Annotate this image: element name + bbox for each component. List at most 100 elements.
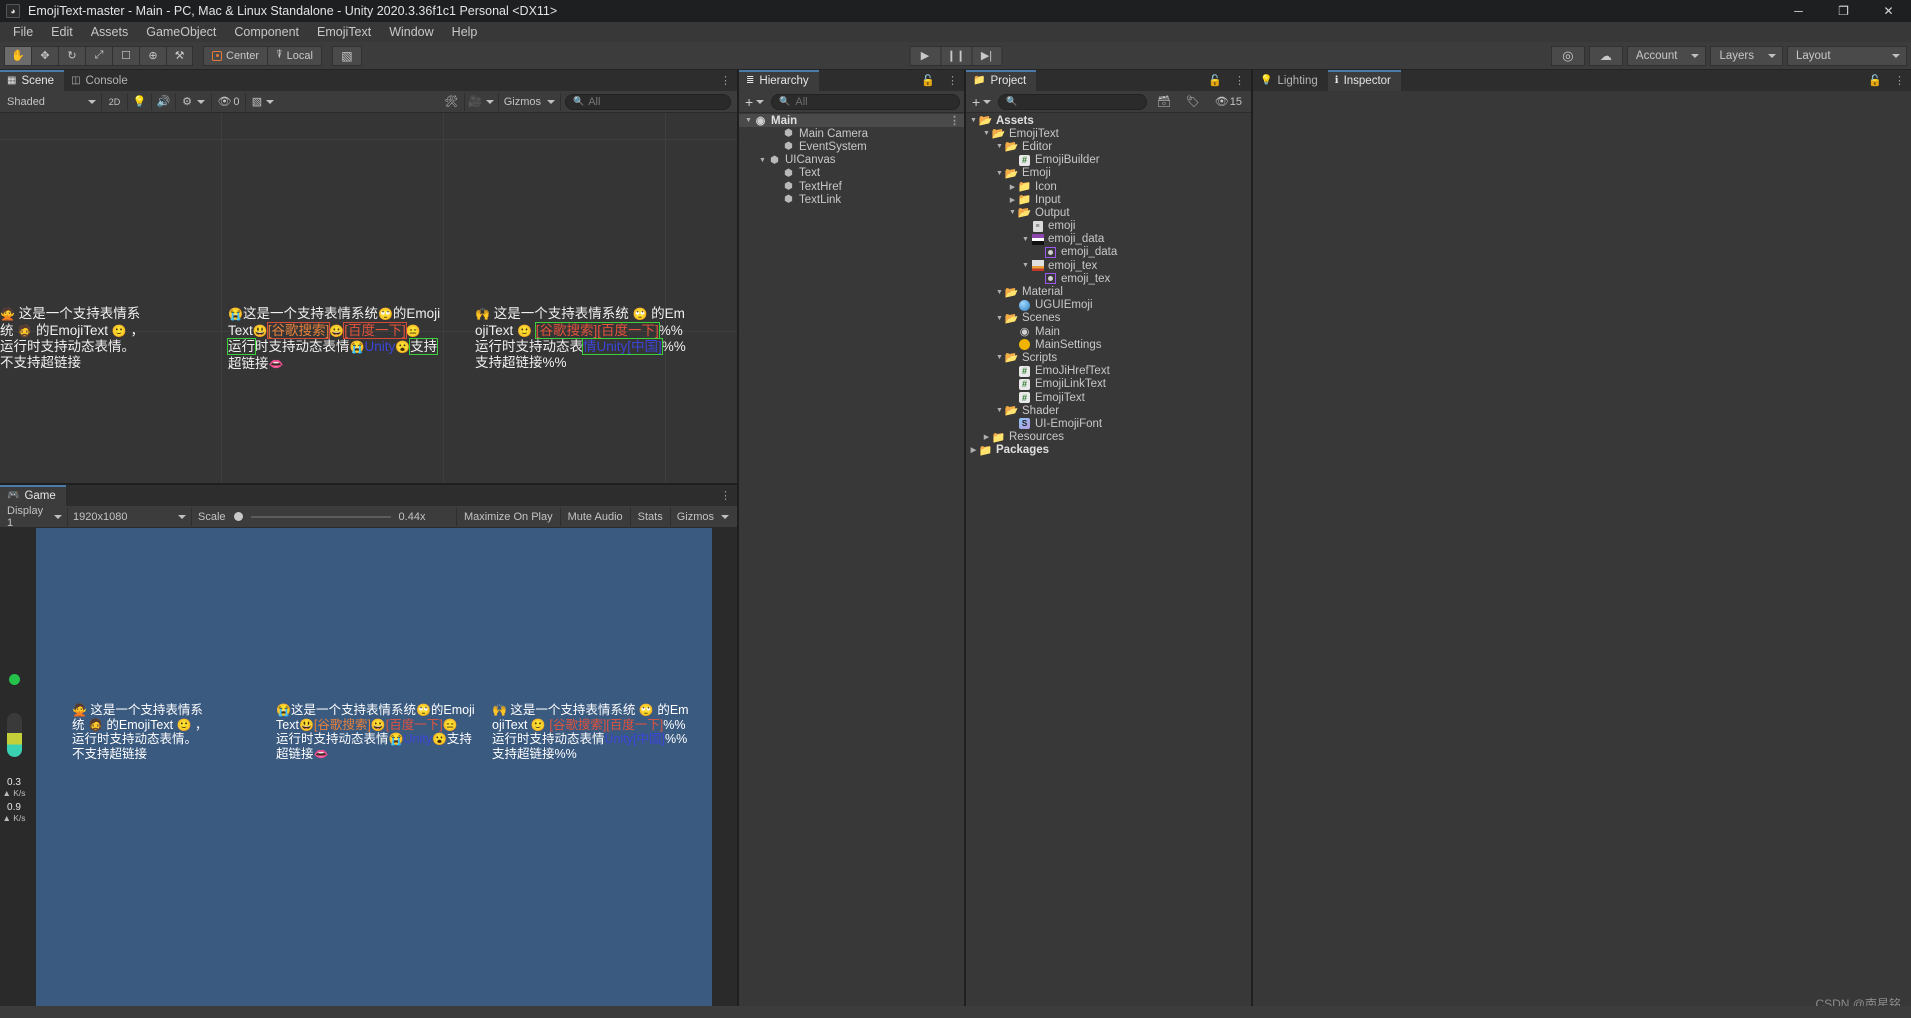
menu-item-window[interactable]: Window — [380, 22, 442, 42]
tree-row[interactable]: ▶# EmojiBuilder — [966, 154, 1251, 167]
tree-row[interactable]: ▼ 📂 Material — [966, 285, 1251, 299]
stats-toggle[interactable]: Stats — [631, 507, 671, 526]
tree-row[interactable]: ▼ 📂 EmojiText — [966, 127, 1251, 141]
tab-inspector[interactable]: ℹ Inspector — [1327, 70, 1401, 91]
tree-row[interactable]: ▼ 📂 Editor — [966, 140, 1251, 154]
tree-row[interactable]: ▶ emoji_data — [966, 246, 1251, 259]
menu-item-edit[interactable]: Edit — [42, 22, 82, 42]
scene-fx-dropdown[interactable]: ⚙ — [176, 92, 212, 111]
scene-audio-toggle[interactable]: 🔊 — [152, 92, 176, 111]
menu-item-gameobject[interactable]: GameObject — [137, 22, 225, 42]
hyperlink-segment[interactable]: [谷歌搜索][百度一下] — [534, 321, 660, 339]
step-button[interactable]: ▶| — [971, 45, 1002, 66]
layout-dropdown[interactable]: Layout — [1787, 45, 1907, 66]
maximize-on-play-toggle[interactable]: Maximize On Play — [457, 507, 561, 526]
chevron-down-icon[interactable]: ▼ — [994, 407, 1005, 414]
tree-row[interactable]: ▶ UGUIEmoji — [966, 299, 1251, 312]
project-lock-icon[interactable]: 🔓 — [1208, 74, 1222, 87]
mute-audio-toggle[interactable]: Mute Audio — [561, 507, 631, 526]
collab-button[interactable]: ◎ — [1550, 45, 1585, 66]
tab-hierarchy[interactable]: ≣ Hierarchy — [739, 70, 819, 91]
hierarchy-add-button[interactable]: + — [743, 94, 766, 110]
project-save-search-button[interactable]: 🗃 — [1152, 93, 1176, 111]
tree-row[interactable]: ▼ emoji_tex — [966, 259, 1251, 272]
scene-panel-menu-button[interactable]: ⋮ — [714, 74, 731, 87]
project-label-button[interactable]: 🏷 — [1181, 93, 1205, 111]
menu-item-component[interactable]: Component — [225, 22, 308, 42]
tree-row[interactable]: ▶ 📁 Input — [966, 193, 1251, 207]
tab-console[interactable]: ◫ Console — [64, 70, 138, 91]
game-gizmos-dropdown[interactable]: Gizmos — [671, 508, 735, 526]
project-menu-button[interactable]: ⋮ — [1228, 74, 1245, 87]
inspector-menu-button[interactable]: ⋮ — [1888, 74, 1905, 87]
rotate-tool-button[interactable]: ↻ — [58, 45, 85, 66]
rect-tool-button[interactable]: ☐ — [112, 45, 139, 66]
display-dropdown[interactable]: Display 1 — [2, 505, 68, 529]
resolution-dropdown[interactable]: 1920x1080 — [68, 507, 192, 526]
tree-row[interactable]: ▼ ◉ Main ⋮ — [739, 114, 964, 128]
tree-row[interactable]: ▶⬢ TextLink — [739, 193, 964, 206]
layers-dropdown[interactable]: Layers — [1710, 45, 1783, 66]
scene-visibility-toggle[interactable]: 👁 0 — [212, 92, 246, 111]
grid-snap-button[interactable]: ▧ — [331, 45, 362, 66]
chevron-down-icon[interactable]: ▼ — [994, 354, 1005, 361]
tree-row[interactable]: ▶ emoji_tex — [966, 272, 1251, 285]
hyperlink-segment[interactable]: [谷歌搜索] — [266, 321, 331, 339]
tree-row[interactable]: ▼ ⬢ UICanvas — [739, 154, 964, 167]
chevron-down-icon[interactable]: ▼ — [968, 117, 979, 124]
scene-camera-dropdown[interactable]: 🎥 — [465, 92, 499, 111]
play-button[interactable]: ▶ — [909, 45, 940, 66]
chevron-down-icon[interactable]: ▼ — [743, 117, 754, 124]
scene-search-input[interactable]: 🔍 All — [565, 93, 731, 110]
hierarchy-tree[interactable]: ▼◉Main⋮▶⬢Main Camera▶⬢EventSystem▼⬢UICan… — [739, 113, 964, 1018]
project-hidden-toggle[interactable]: 👁 15 — [1210, 93, 1247, 111]
toggle-2d-button[interactable]: 2D — [102, 92, 128, 111]
tree-row[interactable]: ▶# EmojiText — [966, 391, 1251, 404]
scene-gizmos-dropdown[interactable]: Gizmos — [499, 92, 561, 111]
tree-row[interactable]: ▼ 📂 Shader — [966, 404, 1251, 418]
project-tree[interactable]: ▼📂Assets▼📂EmojiText▼📂Editor▶#EmojiBuilde… — [966, 113, 1251, 1018]
tab-scene[interactable]: ▦ Scene — [0, 70, 65, 91]
hyperlink-segment[interactable]: [谷歌搜索][百度一下] — [549, 718, 663, 732]
tree-row[interactable]: ▶⬢ EventSystem — [739, 140, 964, 153]
hyperlink-segment[interactable]: 情Unity[中国] — [582, 338, 663, 355]
tree-row[interactable]: ▶ MainSettings — [966, 338, 1251, 351]
tree-row[interactable]: ▼ emoji_data — [966, 233, 1251, 246]
chevron-down-icon[interactable]: ▼ — [994, 289, 1005, 296]
tree-row[interactable]: ▶ 📁 Packages — [966, 444, 1251, 457]
chevron-down-icon[interactable]: ▼ — [757, 157, 768, 164]
hyperlink-segment[interactable]: Unity — [403, 732, 431, 746]
chevron-down-icon[interactable]: ▼ — [981, 130, 992, 137]
chevron-right-icon[interactable]: ▶ — [1007, 196, 1018, 204]
account-dropdown[interactable]: Account — [1626, 45, 1707, 66]
game-view-canvas[interactable]: 🙅 这是一个支持表情系统 🧔 的EmojiText 🙂 ，运行时支持动态表情。不… — [0, 528, 737, 1018]
chevron-right-icon[interactable]: ▶ — [981, 433, 992, 441]
scale-slider-handle[interactable] — [233, 512, 243, 521]
tree-row[interactable]: ▼ 📂 Scripts — [966, 351, 1251, 365]
hyperlink-segment[interactable]: Unity — [364, 339, 395, 354]
chevron-down-icon[interactable]: ▼ — [1007, 209, 1018, 216]
cloud-button[interactable]: ☁ — [1588, 45, 1623, 66]
tree-row[interactable]: ▶⬢ Text — [739, 167, 964, 180]
rotation-mode-button[interactable]: ⍒ Local — [267, 45, 322, 66]
tab-game[interactable]: 🎮 Game — [0, 485, 66, 506]
chevron-right-icon[interactable]: ▶ — [968, 446, 979, 454]
maximize-button[interactable]: ❐ — [1821, 0, 1866, 22]
tree-row[interactable]: ▶S UI-EmojiFont — [966, 417, 1251, 430]
tree-row[interactable]: ▼ 📂 Emoji — [966, 167, 1251, 180]
inspector-lock-icon[interactable]: 🔓 — [1868, 74, 1882, 87]
pause-button[interactable]: ❙❙ — [940, 45, 971, 66]
scene-view-canvas[interactable]: 🙅 这是一个支持表情系统 🧔 的EmojiText 🙂 ，运行时支持动态表情。不… — [0, 113, 737, 483]
hyperlink-segment[interactable]: [百度一下] — [343, 321, 407, 339]
close-button[interactable]: ✕ — [1866, 0, 1911, 22]
menu-item-emojitext[interactable]: EmojiText — [308, 22, 380, 42]
tree-row[interactable]: ▶# EmoJiHrefText — [966, 365, 1251, 378]
hyperlink-segment[interactable]: Unity[中国] — [605, 732, 665, 746]
tree-row[interactable]: ▶# EmojiLinkText — [966, 378, 1251, 391]
project-search-input[interactable]: 🔍 — [998, 93, 1147, 110]
game-panel-menu-button[interactable]: ⋮ — [714, 489, 731, 502]
transform-tool-button[interactable]: ⊕ — [139, 45, 166, 66]
tree-row[interactable]: ▶⬢ TextHref — [739, 180, 964, 193]
menu-item-help[interactable]: Help — [443, 22, 487, 42]
tree-row-menu-button[interactable]: ⋮ — [943, 114, 960, 127]
